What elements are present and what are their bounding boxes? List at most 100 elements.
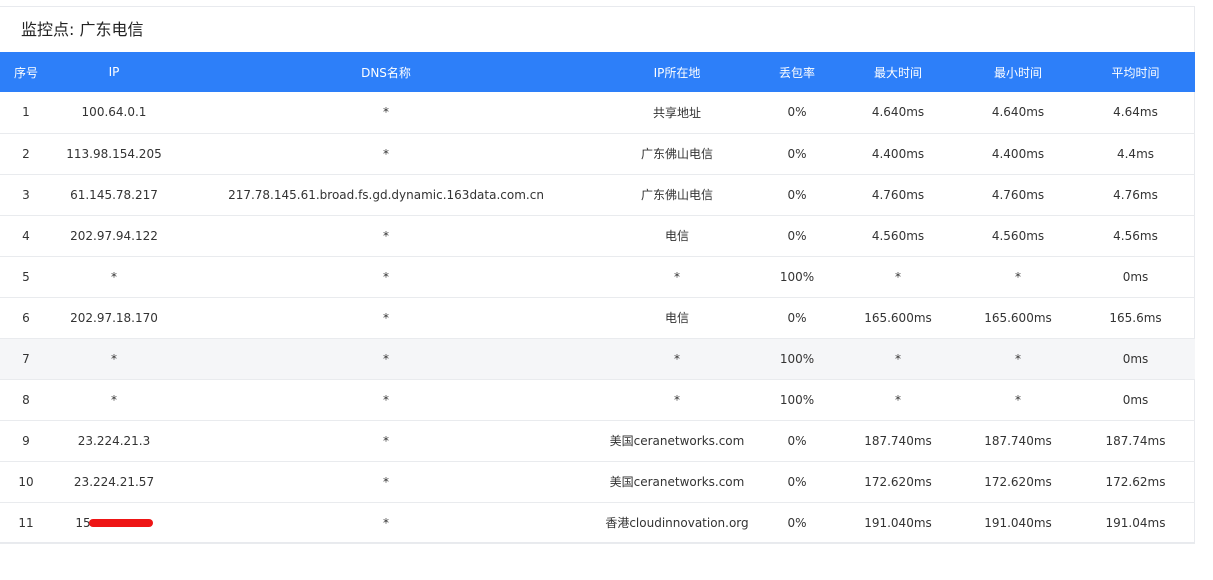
cell-index: 11: [0, 502, 52, 544]
header-loss[interactable]: 丢包率: [758, 52, 836, 92]
cell-loss: 0%: [758, 92, 836, 134]
cell-loss: 0%: [758, 420, 836, 462]
cell-avg: 172.62ms: [1076, 461, 1195, 503]
cell-dns: 217.78.145.61.broad.fs.gd.dynamic.163dat…: [176, 174, 596, 216]
cell-dns: *: [176, 133, 596, 175]
cell-ip: *: [52, 338, 176, 380]
cell-location: *: [596, 379, 758, 421]
cell-index: 9: [0, 420, 52, 462]
cell-loss: 100%: [758, 379, 836, 421]
cell-loss: 100%: [758, 338, 836, 380]
cell-location: *: [596, 338, 758, 380]
table-row-highlighted: 7 * * * 100% * * 0ms: [0, 338, 1195, 380]
cell-location: 香港cloudinnovation.org: [596, 502, 758, 544]
cell-dns: *: [176, 256, 596, 298]
cell-index: 10: [0, 461, 52, 503]
cell-max: *: [836, 338, 960, 380]
cell-avg: 187.74ms: [1076, 420, 1195, 462]
cell-avg: 0ms: [1076, 379, 1195, 421]
cell-avg: 4.56ms: [1076, 215, 1195, 257]
cell-loss: 0%: [758, 215, 836, 257]
table-header-row: 序号 IP DNS名称 IP所在地 丢包率 最大时间 最小时间 平均时间: [0, 52, 1195, 92]
cell-ip: *: [52, 379, 176, 421]
header-avg[interactable]: 平均时间: [1076, 52, 1195, 92]
cell-dns: *: [176, 338, 596, 380]
table-row: 2 113.98.154.205 * 广东佛山电信 0% 4.400ms 4.4…: [0, 133, 1195, 175]
cell-index: 3: [0, 174, 52, 216]
cell-max: 191.040ms: [836, 502, 960, 544]
header-ip[interactable]: IP: [52, 52, 176, 92]
cell-index: 2: [0, 133, 52, 175]
cell-ip: *: [52, 256, 176, 298]
cell-dns: *: [176, 297, 596, 339]
cell-min: 4.400ms: [960, 133, 1076, 175]
cell-avg: 4.64ms: [1076, 92, 1195, 134]
cell-min: 4.560ms: [960, 215, 1076, 257]
cell-avg: 191.04ms: [1076, 502, 1195, 544]
cell-loss: 0%: [758, 502, 836, 544]
cell-dns: *: [176, 92, 596, 134]
cell-max: 172.620ms: [836, 461, 960, 503]
cell-min: 187.740ms: [960, 420, 1076, 462]
cell-index: 7: [0, 338, 52, 380]
cell-min: *: [960, 338, 1076, 380]
redaction-mark: [88, 519, 153, 527]
cell-location: 电信: [596, 215, 758, 257]
cell-min: 165.600ms: [960, 297, 1076, 339]
cell-ip: 100.64.0.1: [52, 92, 176, 134]
cell-index: 1: [0, 92, 52, 134]
cell-min: 191.040ms: [960, 502, 1076, 544]
table-row: 1 100.64.0.1 * 共享地址 0% 4.640ms 4.640ms 4…: [0, 92, 1195, 134]
cell-location: 美国ceranetworks.com: [596, 420, 758, 462]
cell-min: *: [960, 379, 1076, 421]
cell-max: *: [836, 379, 960, 421]
cell-location: 电信: [596, 297, 758, 339]
header-index[interactable]: 序号: [0, 52, 52, 92]
cell-dns: *: [176, 420, 596, 462]
cell-location: *: [596, 256, 758, 298]
cell-ip: 113.98.154.205: [52, 133, 176, 175]
monitor-panel: 监控点: 广东电信 序号 IP DNS名称 IP所在地 丢包率 最大时间 最小时…: [0, 6, 1195, 544]
cell-ip: 23.224.21.57: [52, 461, 176, 503]
cell-max: 4.640ms: [836, 92, 960, 134]
cell-max: 4.400ms: [836, 133, 960, 175]
cell-dns: *: [176, 502, 596, 544]
cell-max: 165.600ms: [836, 297, 960, 339]
cell-location: 美国ceranetworks.com: [596, 461, 758, 503]
header-max[interactable]: 最大时间: [836, 52, 960, 92]
cell-ip: 61.145.78.217: [52, 174, 176, 216]
cell-loss: 100%: [758, 256, 836, 298]
cell-location: 广东佛山电信: [596, 133, 758, 175]
cell-max: 4.760ms: [836, 174, 960, 216]
cell-location: 共享地址: [596, 92, 758, 134]
cell-ip: 15: [52, 502, 176, 544]
cell-max: 4.560ms: [836, 215, 960, 257]
table-row: 4 202.97.94.122 * 电信 0% 4.560ms 4.560ms …: [0, 215, 1195, 257]
cell-dns: *: [176, 379, 596, 421]
table-row: 11 15 * 香港cloudinnovation.org 0% 191.040…: [0, 502, 1195, 544]
cell-avg: 0ms: [1076, 256, 1195, 298]
cell-avg: 165.6ms: [1076, 297, 1195, 339]
cell-min: *: [960, 256, 1076, 298]
table-row: 5 * * * 100% * * 0ms: [0, 256, 1195, 298]
cell-index: 8: [0, 379, 52, 421]
cell-dns: *: [176, 215, 596, 257]
cell-min: 4.640ms: [960, 92, 1076, 134]
cell-loss: 0%: [758, 297, 836, 339]
cell-location: 广东佛山电信: [596, 174, 758, 216]
cell-loss: 0%: [758, 133, 836, 175]
table-row: 6 202.97.18.170 * 电信 0% 165.600ms 165.60…: [0, 297, 1195, 339]
cell-avg: 0ms: [1076, 338, 1195, 380]
cell-dns: *: [176, 461, 596, 503]
cell-avg: 4.4ms: [1076, 133, 1195, 175]
cell-index: 5: [0, 256, 52, 298]
header-location[interactable]: IP所在地: [596, 52, 758, 92]
cell-min: 4.760ms: [960, 174, 1076, 216]
cell-ip: 23.224.21.3: [52, 420, 176, 462]
header-min[interactable]: 最小时间: [960, 52, 1076, 92]
cell-ip: 202.97.94.122: [52, 215, 176, 257]
cell-loss: 0%: [758, 461, 836, 503]
header-dns[interactable]: DNS名称: [176, 52, 596, 92]
cell-ip: 202.97.18.170: [52, 297, 176, 339]
cell-index: 6: [0, 297, 52, 339]
